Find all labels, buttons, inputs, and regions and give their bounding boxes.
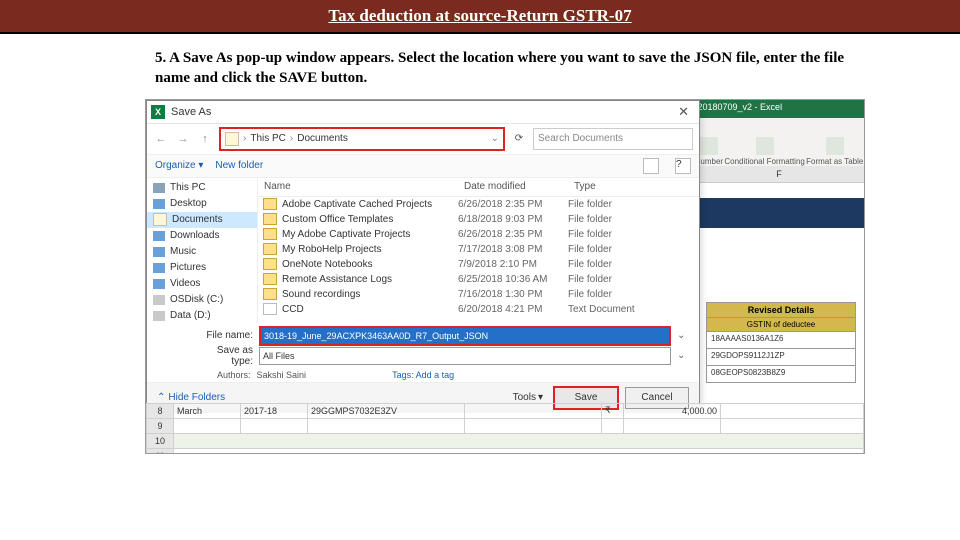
- excel-ribbon: Number Conditional Formatting Format as …: [694, 118, 864, 169]
- excel-icon: X: [151, 105, 165, 119]
- view-icon[interactable]: [643, 158, 659, 174]
- revised-row: 29GDOPS9112J1ZP: [706, 349, 856, 366]
- revised-details-box: Revised Details GSTIN of deductee 18AAAA…: [706, 302, 856, 383]
- list-item[interactable]: Remote Assistance Logs6/25/2018 10:36 AM…: [258, 272, 699, 287]
- refresh-icon[interactable]: ⟳: [511, 131, 527, 147]
- sidebar-item-pictures[interactable]: Pictures: [147, 260, 257, 276]
- revised-row: 18AAAAS0136A1Z6: [706, 332, 856, 349]
- breadcrumb-parent[interactable]: This PC: [250, 133, 286, 144]
- revised-row: 08GEOPS0823B8Z9: [706, 366, 856, 383]
- sidebar-item-osdisk[interactable]: OSDisk (C:): [147, 292, 257, 308]
- back-icon[interactable]: ←: [153, 131, 169, 147]
- sidebar-item-data[interactable]: Data (D:): [147, 308, 257, 322]
- page-title-bar: Tax deduction at source-Return GSTR-07: [0, 0, 960, 34]
- folder-icon: [263, 288, 277, 300]
- column-name[interactable]: Name: [258, 181, 464, 192]
- chevron-down-icon[interactable]: ⌄: [491, 133, 499, 144]
- breadcrumb-current[interactable]: Documents: [297, 133, 348, 144]
- list-item[interactable]: My Adobe Captivate Projects6/26/2018 2:3…: [258, 227, 699, 242]
- sidebar: This PC Desktop Documents Downloads Musi…: [147, 178, 258, 322]
- column-modified[interactable]: Date modified: [464, 181, 574, 192]
- sidebar-item-thispc[interactable]: This PC: [147, 180, 257, 196]
- breadcrumb[interactable]: › This PC › Documents ⌄: [219, 127, 505, 151]
- folder-icon: [263, 243, 277, 255]
- tags-value[interactable]: Add a tag: [416, 370, 455, 380]
- revised-subheader: GSTIN of deductee: [706, 318, 856, 332]
- folder-icon: [263, 228, 277, 240]
- dialog-title: Save As: [171, 106, 211, 118]
- filename-input[interactable]: 3018-19_June_29ACXPK3463AA0D_R7_Output_J…: [259, 326, 671, 346]
- sidebar-item-documents[interactable]: Documents: [147, 212, 257, 228]
- file-icon: [263, 303, 277, 315]
- folder-icon: [263, 273, 277, 285]
- folder-icon: [263, 198, 277, 210]
- tags-label: Tags:: [392, 370, 414, 380]
- sidebar-item-videos[interactable]: Videos: [147, 276, 257, 292]
- excel-highlight-row: [694, 198, 864, 228]
- file-list: Name Date modified Type Adobe Captivate …: [258, 178, 699, 322]
- chevron-down-icon[interactable]: ⌄: [677, 350, 689, 361]
- sidebar-item-downloads[interactable]: Downloads: [147, 228, 257, 244]
- table-row[interactable]: 11: [147, 448, 864, 454]
- column-type[interactable]: Type: [574, 181, 699, 192]
- folder-icon: [263, 213, 277, 225]
- savetype-select[interactable]: All Files: [259, 347, 671, 365]
- chevron-up-icon: ⌃: [157, 392, 165, 403]
- table-row[interactable]: 8 March 2017-18 29GGMPS7032E3ZV ₹ 4,000.…: [147, 403, 864, 418]
- folder-icon: [225, 132, 239, 146]
- close-icon[interactable]: ✕: [672, 104, 695, 120]
- excel-background: y_20180709_v2 - Excel Number Conditional…: [694, 100, 864, 453]
- table-row[interactable]: 10: [147, 433, 864, 448]
- savetype-label: Save as type:: [193, 345, 253, 367]
- help-icon[interactable]: ?: [675, 158, 691, 174]
- authors-label: Authors:: [217, 370, 251, 380]
- hide-folders-button[interactable]: ⌃Hide Folders: [157, 392, 225, 403]
- list-item[interactable]: Adobe Captivate Cached Projects6/26/2018…: [258, 197, 699, 212]
- instruction-text: 5. A Save As pop-up window appears. Sele…: [155, 48, 860, 89]
- forward-icon[interactable]: →: [175, 131, 191, 147]
- list-item[interactable]: My RoboHelp Projects7/17/2018 3:08 PMFil…: [258, 242, 699, 257]
- search-input[interactable]: Search Documents: [533, 128, 693, 150]
- screenshot-container: y_20180709_v2 - Excel Number Conditional…: [145, 99, 865, 454]
- organize-button[interactable]: Organize ▾: [155, 160, 203, 171]
- list-item[interactable]: Sound recordings7/16/2018 1:30 PMFile fo…: [258, 287, 699, 302]
- up-icon[interactable]: ↑: [197, 131, 213, 147]
- revised-header: Revised Details: [706, 302, 856, 318]
- sidebar-item-desktop[interactable]: Desktop: [147, 196, 257, 212]
- list-item[interactable]: CCD6/20/2018 4:21 PMText Document: [258, 302, 699, 317]
- folder-icon: [263, 258, 277, 270]
- authors-value[interactable]: Sakshi Saini: [257, 370, 307, 380]
- tools-button[interactable]: Tools▾: [513, 392, 543, 403]
- sidebar-item-music[interactable]: Music: [147, 244, 257, 260]
- filename-label: File name:: [193, 330, 253, 341]
- save-as-dialog: X Save As ✕ ← → ↑ › This PC › Documents …: [146, 100, 700, 404]
- excel-rows: 8 March 2017-18 29GGMPS7032E3ZV ₹ 4,000.…: [146, 403, 864, 454]
- chevron-down-icon[interactable]: ⌄: [677, 330, 689, 341]
- list-item[interactable]: OneNote Notebooks7/9/2018 2:10 PMFile fo…: [258, 257, 699, 272]
- table-row[interactable]: 9: [147, 418, 864, 433]
- new-folder-button[interactable]: New folder: [215, 160, 263, 171]
- excel-column-header: F: [694, 166, 864, 183]
- list-item[interactable]: Custom Office Templates6/18/2018 9:03 PM…: [258, 212, 699, 227]
- chevron-down-icon: ▾: [538, 392, 543, 403]
